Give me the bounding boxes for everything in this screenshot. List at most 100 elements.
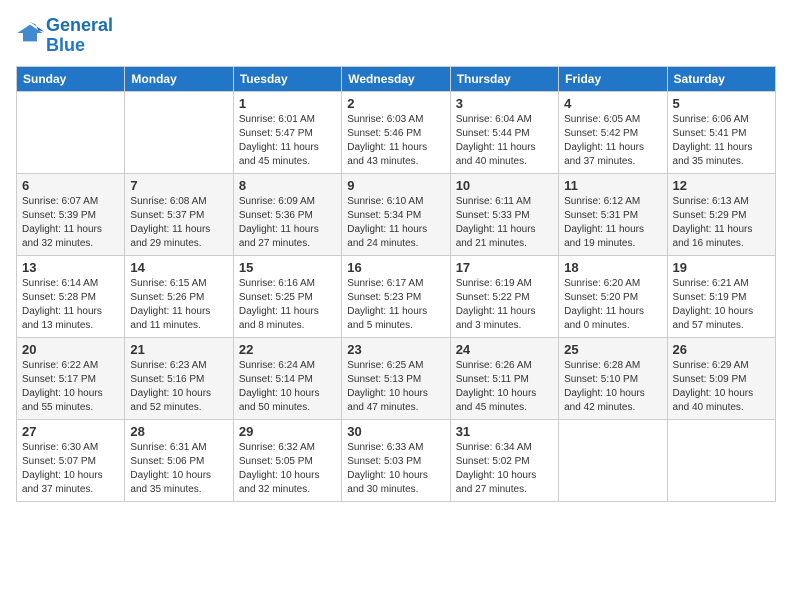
daylight-text: Daylight: 10 hours and 45 minutes.: [456, 387, 553, 415]
calendar-cell: 27Sunrise: 6:30 AMSunset: 5:07 PMDayligh…: [17, 419, 125, 501]
calendar-cell: 25 Sunrise: 6:28 AMSunset: 5:10 PMDayligh…: [559, 337, 667, 419]
day-number: 25: [564, 342, 661, 357]
daylight-text: Daylight: 11 hours and 13 minutes.: [22, 305, 119, 333]
day-number: 6: [22, 178, 119, 193]
day-info: Sunrise: 6:07 AMSunset: 5:39 PMDaylight:…: [22, 195, 119, 251]
day-info: Sunrise: 6:23 AMSunset: 5:16 PMDaylight:…: [130, 359, 227, 415]
day-number: 21: [130, 342, 227, 357]
daylight-text: Daylight: 11 hours and 16 minutes.: [673, 223, 770, 251]
day-info: Sunrise: 6:17 AMSunset: 5:23 PMDaylight:…: [347, 277, 444, 333]
daylight-text: Daylight: 11 hours and 8 minutes.: [239, 305, 336, 333]
daylight-text: Daylight: 11 hours and 29 minutes.: [130, 223, 227, 251]
sunrise-text: Sunrise: 6:06 AM: [673, 113, 770, 127]
calendar-cell: 13Sunrise: 6:14 AMSunset: 5:28 PMDayligh…: [17, 255, 125, 337]
sunrise-text: Sunrise: 6:30 AM: [22, 441, 119, 455]
day-info: Sunrise: 6:25 AMSunset: 5:13 PMDaylight:…: [347, 359, 444, 415]
calendar-cell: 5Sunrise: 6:06 AMSunset: 5:41 PMDaylight…: [667, 91, 775, 173]
sunrise-text: Sunrise: 6:28 AM: [564, 359, 661, 373]
day-info: Sunrise: 6:28 AMSunset: 5:10 PMDaylight:…: [564, 359, 661, 415]
daylight-text: Daylight: 11 hours and 0 minutes.: [564, 305, 661, 333]
calendar-cell: 4 Sunrise: 6:05 AMSunset: 5:42 PMDaylight…: [559, 91, 667, 173]
sunrise-text: Sunrise: 6:19 AM: [456, 277, 553, 291]
daylight-text: Daylight: 10 hours and 40 minutes.: [673, 387, 770, 415]
sunset-text: Sunset: 5:44 PM: [456, 127, 553, 141]
day-number: 7: [130, 178, 227, 193]
daylight-text: Daylight: 11 hours and 35 minutes.: [673, 141, 770, 169]
sunrise-text: Sunrise: 6:01 AM: [239, 113, 336, 127]
daylight-text: Daylight: 11 hours and 45 minutes.: [239, 141, 336, 169]
day-number: 2: [347, 96, 444, 111]
sunrise-text: Sunrise: 6:33 AM: [347, 441, 444, 455]
sunset-text: Sunset: 5:22 PM: [456, 291, 553, 305]
calendar-cell: 29Sunrise: 6:32 AMSunset: 5:05 PMDayligh…: [233, 419, 341, 501]
sunset-text: Sunset: 5:05 PM: [239, 455, 336, 469]
day-info: Sunrise: 6:30 AMSunset: 5:07 PMDaylight:…: [22, 441, 119, 497]
sunset-text: Sunset: 5:26 PM: [130, 291, 227, 305]
day-number: 24: [456, 342, 553, 357]
day-info: Sunrise: 6:22 AMSunset: 5:17 PMDaylight:…: [22, 359, 119, 415]
day-number: 31: [456, 424, 553, 439]
day-info: Sunrise: 6:19 AMSunset: 5:22 PMDaylight:…: [456, 277, 553, 333]
day-info: Sunrise: 6:15 AMSunset: 5:26 PMDaylight:…: [130, 277, 227, 333]
calendar-week-row: 13Sunrise: 6:14 AMSunset: 5:28 PMDayligh…: [17, 255, 776, 337]
calendar-cell: 17Sunrise: 6:19 AMSunset: 5:22 PMDayligh…: [450, 255, 558, 337]
weekday-header-thursday: Thursday: [450, 66, 558, 91]
day-info: Sunrise: 6:32 AMSunset: 5:05 PMDaylight:…: [239, 441, 336, 497]
calendar-cell: 1 Sunrise: 6:01 AMSunset: 5:47 PMDaylight…: [233, 91, 341, 173]
sunrise-text: Sunrise: 6:34 AM: [456, 441, 553, 455]
sunrise-text: Sunrise: 6:25 AM: [347, 359, 444, 373]
sunrise-text: Sunrise: 6:13 AM: [673, 195, 770, 209]
sunset-text: Sunset: 5:13 PM: [347, 373, 444, 387]
day-info: Sunrise: 6:31 AMSunset: 5:06 PMDaylight:…: [130, 441, 227, 497]
daylight-text: Daylight: 11 hours and 11 minutes.: [130, 305, 227, 333]
calendar-cell: 11Sunrise: 6:12 AMSunset: 5:31 PMDayligh…: [559, 173, 667, 255]
calendar-week-row: 20Sunrise: 6:22 AMSunset: 5:17 PMDayligh…: [17, 337, 776, 419]
calendar-cell: [559, 419, 667, 501]
day-number: 18: [564, 260, 661, 275]
logo-text: General Blue: [46, 16, 113, 56]
daylight-text: Daylight: 11 hours and 37 minutes.: [564, 141, 661, 169]
sunrise-text: Sunrise: 6:03 AM: [347, 113, 444, 127]
sunset-text: Sunset: 5:47 PM: [239, 127, 336, 141]
day-info: Sunrise: 6:05 AMSunset: 5:42 PMDaylight:…: [564, 113, 661, 169]
day-number: 1: [239, 96, 336, 111]
daylight-text: Daylight: 10 hours and 27 minutes.: [456, 469, 553, 497]
calendar-cell: 14Sunrise: 6:15 AMSunset: 5:26 PMDayligh…: [125, 255, 233, 337]
sunset-text: Sunset: 5:14 PM: [239, 373, 336, 387]
daylight-text: Daylight: 11 hours and 21 minutes.: [456, 223, 553, 251]
day-number: 28: [130, 424, 227, 439]
day-number: 22: [239, 342, 336, 357]
daylight-text: Daylight: 11 hours and 40 minutes.: [456, 141, 553, 169]
sunrise-text: Sunrise: 6:29 AM: [673, 359, 770, 373]
sunset-text: Sunset: 5:20 PM: [564, 291, 661, 305]
sunset-text: Sunset: 5:17 PM: [22, 373, 119, 387]
day-number: 12: [673, 178, 770, 193]
calendar-week-row: 1Sunrise: 6:01 AMSunset: 5:47 PMDaylight…: [17, 91, 776, 173]
day-info: Sunrise: 6:26 AMSunset: 5:11 PMDaylight:…: [456, 359, 553, 415]
sunrise-text: Sunrise: 6:26 AM: [456, 359, 553, 373]
day-number: 3: [456, 96, 553, 111]
calendar-cell: 10Sunrise: 6:11 AMSunset: 5:33 PMDayligh…: [450, 173, 558, 255]
calendar-cell: 30Sunrise: 6:33 AMSunset: 5:03 PMDayligh…: [342, 419, 450, 501]
calendar-cell: 19Sunrise: 6:21 AMSunset: 5:19 PMDayligh…: [667, 255, 775, 337]
calendar-week-row: 27Sunrise: 6:30 AMSunset: 5:07 PMDayligh…: [17, 419, 776, 501]
day-info: Sunrise: 6:21 AMSunset: 5:19 PMDaylight:…: [673, 277, 770, 333]
sunset-text: Sunset: 5:42 PM: [564, 127, 661, 141]
daylight-text: Daylight: 10 hours and 42 minutes.: [564, 387, 661, 415]
sunrise-text: Sunrise: 6:17 AM: [347, 277, 444, 291]
sunset-text: Sunset: 5:36 PM: [239, 209, 336, 223]
daylight-text: Daylight: 10 hours and 35 minutes.: [130, 469, 227, 497]
day-number: 4: [564, 96, 661, 111]
day-info: Sunrise: 6:14 AMSunset: 5:28 PMDaylight:…: [22, 277, 119, 333]
sunrise-text: Sunrise: 6:14 AM: [22, 277, 119, 291]
sunrise-text: Sunrise: 6:24 AM: [239, 359, 336, 373]
daylight-text: Daylight: 11 hours and 27 minutes.: [239, 223, 336, 251]
weekday-header-friday: Friday: [559, 66, 667, 91]
sunset-text: Sunset: 5:41 PM: [673, 127, 770, 141]
day-number: 15: [239, 260, 336, 275]
sunset-text: Sunset: 5:09 PM: [673, 373, 770, 387]
day-info: Sunrise: 6:24 AMSunset: 5:14 PMDaylight:…: [239, 359, 336, 415]
sunset-text: Sunset: 5:06 PM: [130, 455, 227, 469]
daylight-text: Daylight: 10 hours and 47 minutes.: [347, 387, 444, 415]
weekday-header-wednesday: Wednesday: [342, 66, 450, 91]
